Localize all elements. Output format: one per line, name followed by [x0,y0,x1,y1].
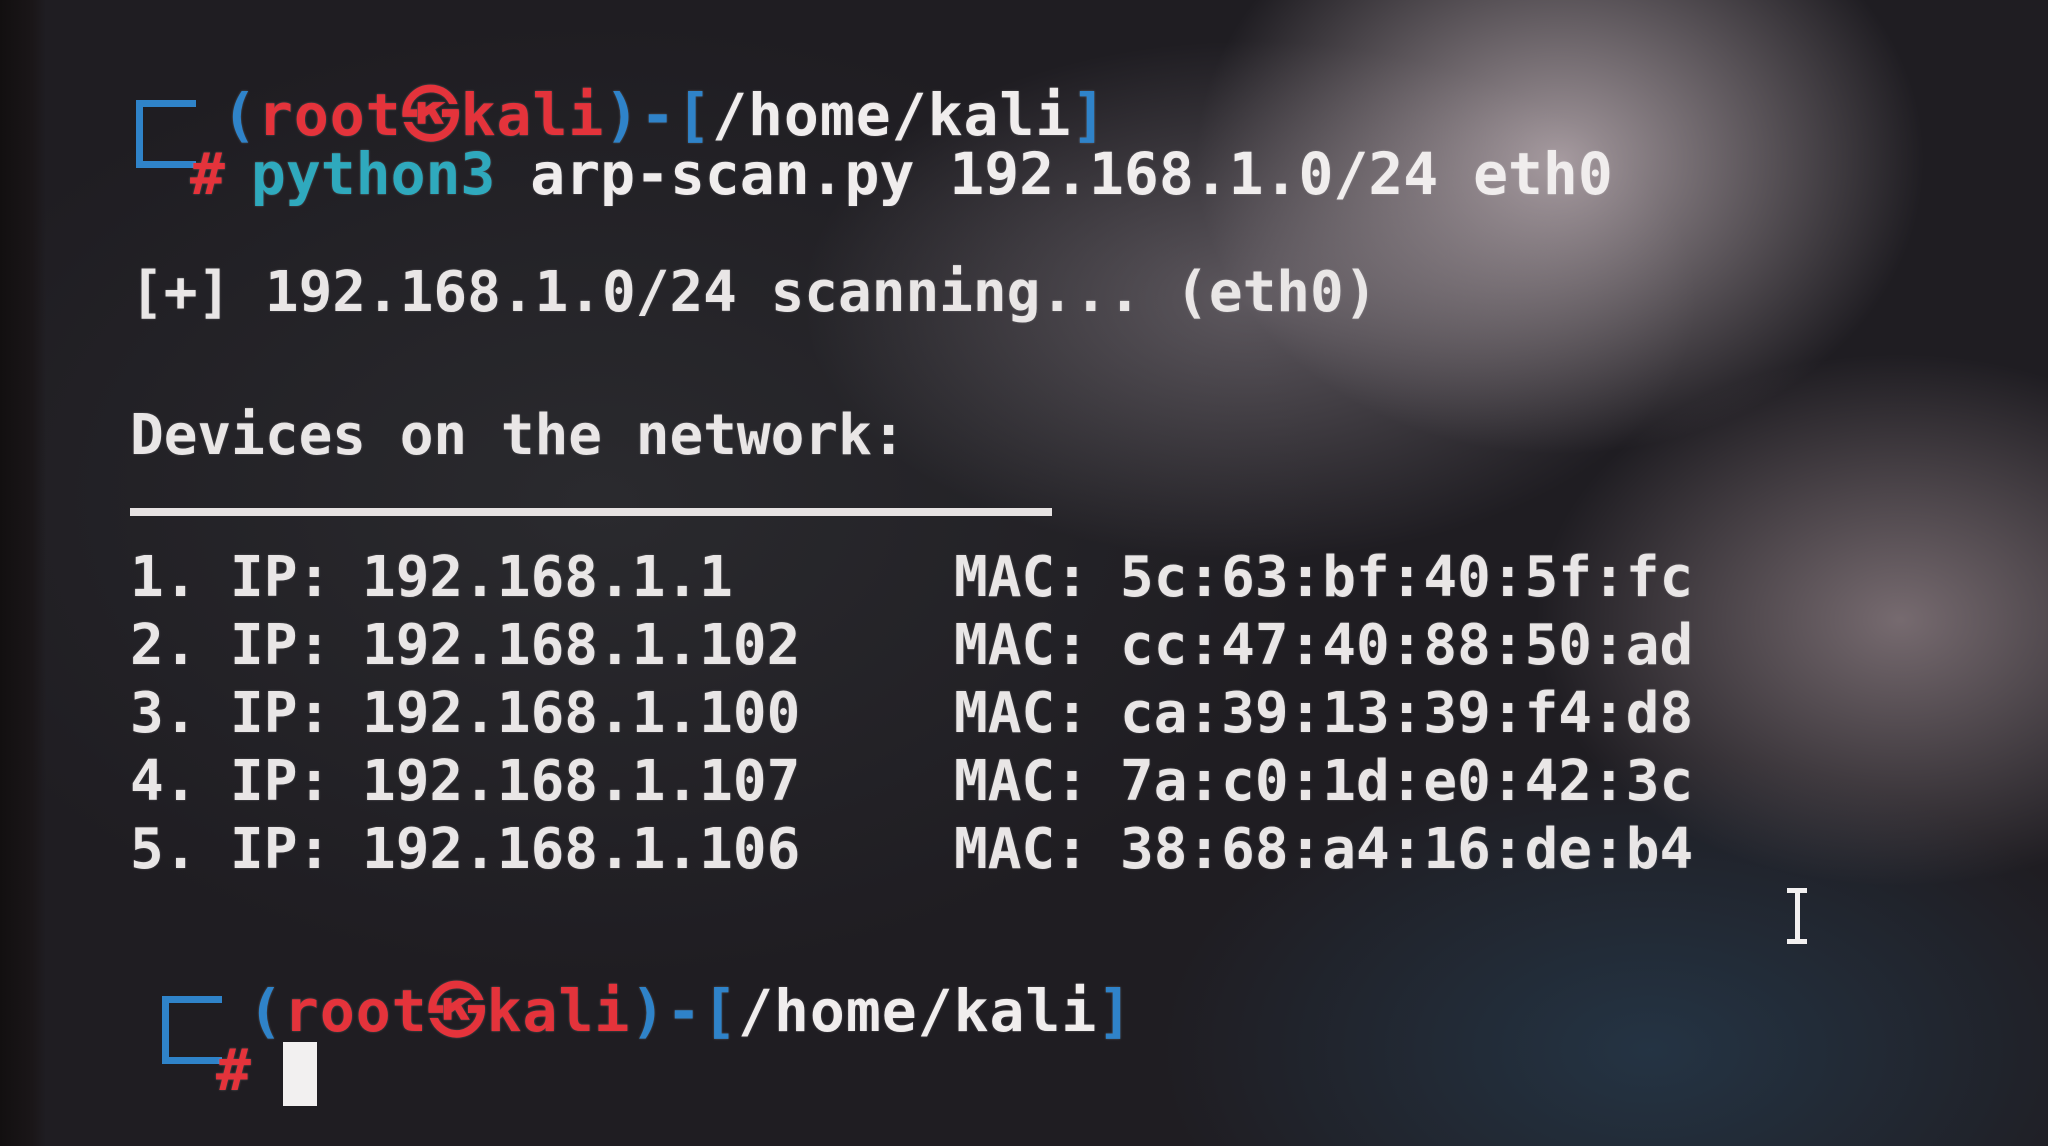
prompt-cwd: /home/kali [738,977,1098,1045]
monitor-bezel [0,0,46,1146]
prompt-symbol: # [216,1036,251,1104]
command-script: arp-scan.py [530,140,915,208]
device-list: 1. IP: 192.168.1.1 MAC: 5c:63:bf:40:5f:fc 2.… [130,544,1693,884]
device-row: 5. IP: 192.168.1.106 MAC: 38:68:a4:16:de:b4 [130,816,1693,884]
prompt-open-paren: ( [222,81,258,149]
prompt-host: kali [486,977,631,1045]
device-number: 4. [130,749,198,814]
terminal-window[interactable]: (root㉿kali)-[/home/kali] # python3 arp-sc… [130,60,1693,1106]
mac-label: MAC: [954,681,1089,746]
device-number: 3. [130,681,198,746]
mac-label: MAC: [954,817,1089,882]
device-row: 4. IP: 192.168.1.107 MAC: 7a:c0:1d:e0:42:3c [130,748,1693,816]
device-mac: 5c:63:bf:40:5f:fc [1120,545,1694,610]
device-row: 3. IP: 192.168.1.100 MAC: ca:39:13:39:f4:d8 [130,680,1693,748]
prompt-open-paren: ( [248,977,284,1045]
devices-header: Devices on the network: [130,403,906,468]
ip-label: IP: [230,681,332,746]
prompt-separator: )-[ [604,81,713,149]
prompt-user: root [257,81,402,149]
mac-label: MAC: [954,749,1089,814]
ip-label: IP: [230,817,332,882]
scan-status-line: [+] 192.168.1.0/24 scanning... (eth0) [130,260,1378,325]
command-prompt: (root㉿kali)-[/home/kali] # python3 arp-sc… [130,60,1630,208]
kali-skull-icon: ㉿ [401,81,461,149]
device-ip: 192.168.1.100 [362,681,801,746]
ip-label: IP: [230,545,332,610]
device-mac: 7a:c0:1d:e0:42:3c [1120,749,1694,814]
prompt-header: (root㉿kali)-[/home/kali] [248,964,1133,1048]
device-mac: 38:68:a4:16:de:b4 [1120,817,1694,882]
device-number: 2. [130,613,198,678]
ip-label: IP: [230,613,332,678]
prompt-symbol: # [190,140,225,208]
device-ip: 192.168.1.1 [362,545,733,610]
device-mac: ca:39:13:39:f4:d8 [1120,681,1694,746]
device-mac: cc:47:40:88:50:ad [1120,613,1694,678]
prompt-frame [136,100,196,168]
kali-skull-icon: ㉿ [427,977,487,1045]
command-program: python3 [250,140,496,208]
device-number: 1. [130,545,198,610]
terminal-photo: (root㉿kali)-[/home/kali] # python3 arp-sc… [0,0,2048,1146]
mac-label: MAC: [954,545,1089,610]
prompt-frame [162,996,222,1064]
command-args: 192.168.1.0/24 eth0 [949,140,1613,208]
device-ip: 192.168.1.102 [362,613,801,678]
device-row: 1. IP: 192.168.1.1 MAC: 5c:63:bf:40:5f:fc [130,544,1693,612]
device-ip: 192.168.1.106 [362,817,801,882]
device-row: 2. IP: 192.168.1.102 MAC: cc:47:40:88:50:ad [130,612,1693,680]
prompt-cwd: /home/kali [712,81,1072,149]
header-divider [130,508,1052,516]
next-command-prompt: (root㉿kali)-[/home/kali] # [156,956,1656,1106]
device-ip: 192.168.1.107 [362,749,801,814]
mac-label: MAC: [954,613,1089,678]
prompt-close-bracket: ] [1071,81,1108,149]
block-cursor[interactable] [282,1041,317,1106]
device-number: 5. [130,817,198,882]
prompt-close-bracket: ] [1097,977,1134,1045]
prompt-user: root [283,977,428,1045]
prompt-host: kali [460,81,605,149]
ip-label: IP: [230,749,332,814]
command-line: # python3 arp-scan.py 192.168.1.0/24 eth0 [190,140,1613,208]
prompt-separator: )-[ [630,977,739,1045]
command-input-line[interactable]: # [216,1036,317,1106]
text-cursor-ibeam-icon [1787,888,1807,944]
